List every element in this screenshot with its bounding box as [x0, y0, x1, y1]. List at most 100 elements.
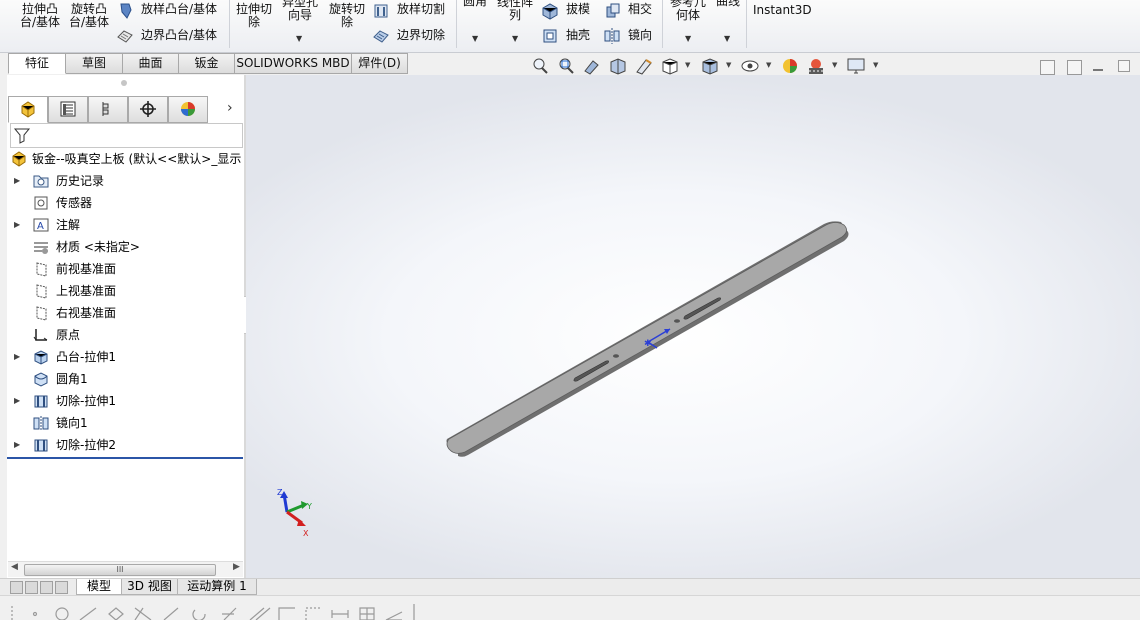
extrude-boss-button[interactable]: 拉伸凸 台/基体 — [18, 3, 62, 29]
tab-features[interactable]: 特征 — [8, 53, 66, 74]
tab-motion-study[interactable]: 运动算例 1 — [177, 579, 257, 595]
edit-appearance-icon[interactable] — [780, 56, 800, 76]
tree-item[interactable]: 传感器 — [7, 192, 244, 214]
smart-dimension-icon — [331, 610, 349, 618]
tree-item[interactable]: 材质 <未指定> — [7, 236, 244, 258]
shell-button[interactable]: 抽壳 — [566, 29, 590, 42]
tree-item[interactable]: ▶ 凸台-拉伸1 — [7, 346, 244, 368]
expand-arrow-icon[interactable]: ▶ — [14, 390, 20, 412]
hole-wizard-dropdown-icon[interactable]: ▼ — [296, 34, 302, 43]
fillet-dropdown-icon[interactable]: ▼ — [472, 34, 478, 43]
tree-item[interactable]: ▶ A 注解 — [7, 214, 244, 236]
scrollbar-thumb[interactable]: III — [24, 564, 216, 576]
tab-surfaces[interactable]: 曲面 — [123, 53, 179, 74]
tile-right-icon[interactable] — [1067, 60, 1082, 75]
mirror-button[interactable]: 镜向 — [628, 29, 652, 42]
boundary-cut-button[interactable]: 边界切除 — [397, 29, 445, 42]
hide-show-items-icon[interactable] — [740, 56, 760, 76]
last-tab-icon[interactable] — [55, 581, 68, 594]
fillet-feature-icon — [34, 372, 48, 387]
section-view-icon[interactable] — [608, 56, 628, 76]
apply-scene-dropdown-icon[interactable]: ▼ — [832, 61, 837, 69]
curves-dropdown-icon[interactable]: ▼ — [724, 34, 730, 43]
tree-root-part[interactable]: 钣金--吸真空上板 (默认<<默认>_显示 — [7, 148, 244, 170]
scroll-right-icon[interactable]: ▶ — [233, 562, 240, 572]
model-view[interactable]: ✱ Z Y X — [246, 75, 1140, 578]
display-style-dropdown-icon[interactable]: ▼ — [726, 61, 731, 69]
prev-tab-icon[interactable] — [25, 581, 38, 594]
fillet-button[interactable]: 圆角 — [463, 0, 487, 8]
configurationmanager-tab[interactable] — [88, 96, 128, 123]
view-orientation-icon[interactable] — [660, 56, 680, 76]
tab-sketch[interactable]: 草图 — [66, 53, 123, 74]
expand-arrow-icon[interactable]: ▶ — [14, 434, 20, 456]
loft-boss-button[interactable]: 放样凸台/基体 — [141, 3, 217, 16]
boundary-boss-button[interactable]: 边界凸台/基体 — [141, 29, 217, 42]
reference-geometry-button[interactable]: 参考几 何体 — [666, 0, 710, 22]
revolve-boss-button[interactable]: 旋转凸 台/基体 — [67, 3, 111, 29]
linear-pattern-dropdown-icon[interactable]: ▼ — [512, 34, 518, 43]
sketch-tools — [11, 604, 415, 620]
tree-item[interactable]: 右视基准面 — [7, 302, 244, 324]
scroll-left-icon[interactable]: ◀ — [11, 562, 18, 572]
zoom-to-area-icon[interactable] — [556, 56, 576, 76]
loft-cut-button[interactable]: 放样切割 — [397, 3, 445, 16]
linear-pattern-button[interactable]: 线性阵 列 — [494, 0, 536, 22]
view-orientation-dropdown-icon[interactable]: ▼ — [685, 61, 690, 69]
tree-horizontal-scrollbar[interactable]: ◀ III ▶ — [8, 561, 243, 577]
zoom-to-fit-icon[interactable] — [530, 56, 550, 76]
restore-icon[interactable] — [1118, 60, 1130, 72]
part-icon — [12, 151, 26, 167]
tab-solidworks-mbd[interactable]: SOLIDWORKS MBD — [235, 53, 352, 74]
tree-item[interactable]: 圆角1 — [7, 368, 244, 390]
next-tab-icon[interactable] — [40, 581, 53, 594]
featuremanager-tab[interactable] — [8, 96, 48, 123]
reference-geometry-dropdown-icon[interactable]: ▼ — [685, 34, 691, 43]
revolve-cut-button[interactable]: 旋转切 除 — [325, 3, 369, 29]
intersect-button[interactable]: 相交 — [628, 3, 652, 16]
tab-3d-views[interactable]: 3D 视图 — [121, 579, 178, 595]
dimxpertmanager-tab[interactable] — [128, 96, 168, 123]
view-settings-monitor-icon[interactable] — [846, 56, 866, 76]
tree-filter-box[interactable] — [10, 123, 243, 148]
tree-item[interactable]: 前视基准面 — [7, 258, 244, 280]
minimize-icon[interactable] — [1093, 69, 1103, 71]
crosshair-icon — [140, 101, 156, 117]
view-settings-dropdown-icon[interactable]: ▼ — [873, 61, 878, 69]
instant3d-button[interactable]: Instant3D — [753, 4, 812, 17]
tree-item[interactable]: 镜向1 — [7, 412, 244, 434]
tree-item[interactable]: ▶ 切除-拉伸1 — [7, 390, 244, 412]
plane-icon — [36, 284, 47, 299]
tree-item-label: 原点 — [56, 328, 81, 342]
first-tab-icon[interactable] — [10, 581, 23, 594]
display-style-icon[interactable] — [700, 56, 720, 76]
tree-item[interactable]: 原点 — [7, 324, 244, 346]
tile-left-icon[interactable] — [1040, 60, 1055, 75]
apply-scene-icon[interactable] — [806, 56, 826, 76]
hide-show-dropdown-icon[interactable]: ▼ — [766, 61, 771, 69]
chevron-right-icon[interactable]: › — [227, 100, 233, 116]
extrude-cut-button[interactable]: 拉伸切 除 — [232, 3, 276, 29]
curves-button[interactable]: 曲线 — [716, 0, 740, 8]
expand-arrow-icon[interactable]: ▶ — [14, 170, 20, 192]
rollback-bar[interactable] — [7, 457, 243, 459]
tab-weldments[interactable]: 焊件(D) — [352, 53, 408, 74]
reference-triad[interactable]: Z Y X — [277, 488, 312, 538]
panel-grip[interactable] — [121, 80, 127, 86]
tree-item[interactable]: ▶ 切除-拉伸2 — [7, 434, 244, 456]
previous-view-icon[interactable] — [582, 56, 602, 76]
displaymanager-tab[interactable] — [168, 96, 208, 123]
tab-model[interactable]: 模型 — [76, 579, 122, 595]
tab-sheet-metal[interactable]: 钣金 — [179, 53, 235, 74]
plane-icon — [36, 262, 47, 277]
expand-arrow-icon[interactable]: ▶ — [14, 214, 20, 236]
tree-item[interactable]: ▶ 历史记录 — [7, 170, 244, 192]
hole-wizard-button[interactable]: 异型孔 向导 — [277, 0, 323, 22]
dynamic-annotation-icon[interactable] — [634, 56, 654, 76]
draft-button[interactable]: 拔模 — [566, 3, 590, 16]
tree-item[interactable]: 上视基准面 — [7, 280, 244, 302]
propertymanager-tab[interactable] — [48, 96, 88, 123]
expand-arrow-icon[interactable]: ▶ — [14, 346, 20, 368]
graphics-area[interactable]: ✱ Z Y X — [246, 75, 1140, 578]
intersect-icon — [606, 3, 620, 18]
